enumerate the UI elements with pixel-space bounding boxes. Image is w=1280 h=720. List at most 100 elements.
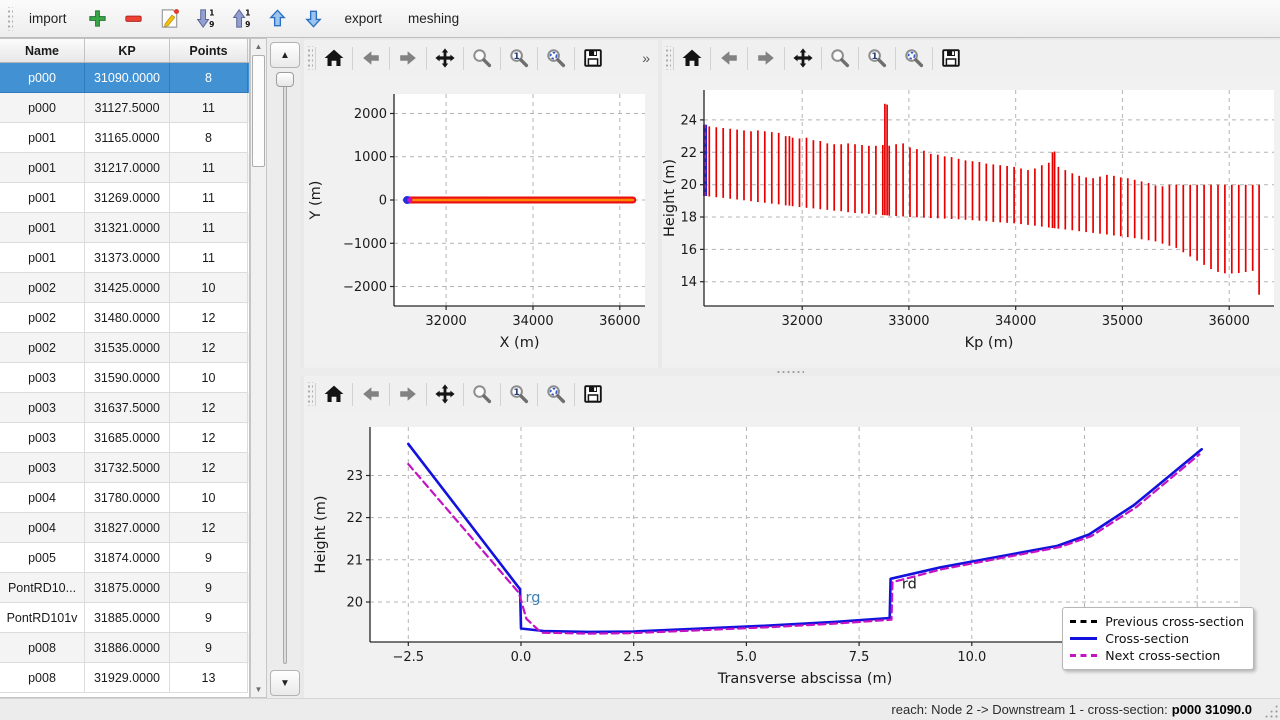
- cell-kp[interactable]: 31480.0000: [85, 303, 170, 333]
- cell-name[interactable]: p001: [0, 213, 85, 243]
- table-row[interactable]: p00131269.000011: [0, 183, 249, 213]
- table-row[interactable]: p00331732.500012: [0, 453, 249, 483]
- cell-points[interactable]: 11: [170, 183, 248, 213]
- zoom-fit-button[interactable]: [898, 43, 930, 73]
- move-up-button[interactable]: [263, 4, 293, 34]
- cell-name[interactable]: p003: [0, 393, 85, 423]
- zoom-one-button[interactable]: 1: [503, 379, 535, 409]
- cell-points[interactable]: 11: [170, 153, 248, 183]
- cell-points[interactable]: 11: [170, 243, 248, 273]
- table-row[interactable]: p00331637.500012: [0, 393, 249, 423]
- cell-kp[interactable]: 31217.0000: [85, 153, 170, 183]
- cell-points[interactable]: 10: [170, 483, 248, 513]
- add-cross-section-button[interactable]: [83, 4, 113, 34]
- table-row[interactable]: p00031127.500011: [0, 93, 249, 123]
- cell-points[interactable]: 11: [170, 213, 248, 243]
- table-row[interactable]: p00031090.00008: [0, 63, 249, 93]
- cell-kp[interactable]: 31780.0000: [85, 483, 170, 513]
- cell-name[interactable]: p002: [0, 273, 85, 303]
- toolbar-overflow-chevron[interactable]: »: [642, 50, 656, 66]
- cell-kp[interactable]: 31827.0000: [85, 513, 170, 543]
- cell-name[interactable]: p003: [0, 423, 85, 453]
- zoom-one-button[interactable]: 1: [503, 43, 535, 73]
- table-row[interactable]: p00131321.000011: [0, 213, 249, 243]
- import-button[interactable]: import: [19, 7, 77, 30]
- table-row[interactable]: p00431780.000010: [0, 483, 249, 513]
- sort-ascending-button[interactable]: 19: [227, 4, 257, 34]
- export-button[interactable]: export: [335, 7, 393, 30]
- table-row[interactable]: p00131217.000011: [0, 153, 249, 183]
- pan-button[interactable]: [429, 379, 461, 409]
- section-slider-track[interactable]: [283, 76, 287, 664]
- cell-kp[interactable]: 31127.5000: [85, 93, 170, 123]
- cell-kp[interactable]: 31885.0000: [85, 603, 170, 633]
- cell-kp[interactable]: 31685.0000: [85, 423, 170, 453]
- cell-name[interactable]: p001: [0, 183, 85, 213]
- toolbar-drag-handle[interactable]: [6, 7, 13, 31]
- cell-name[interactable]: p004: [0, 513, 85, 543]
- cell-points[interactable]: 8: [170, 63, 248, 93]
- back-button[interactable]: [713, 43, 745, 73]
- zoom-fit-button[interactable]: [540, 379, 572, 409]
- cell-name[interactable]: p005: [0, 543, 85, 573]
- table-row[interactable]: PontRD10...31875.00009: [0, 573, 249, 603]
- cell-points[interactable]: 10: [170, 273, 248, 303]
- forward-button[interactable]: [392, 43, 424, 73]
- cell-name[interactable]: p002: [0, 303, 85, 333]
- cell-name[interactable]: p003: [0, 453, 85, 483]
- cell-points[interactable]: 12: [170, 393, 248, 423]
- cell-name[interactable]: p000: [0, 63, 85, 93]
- table-row[interactable]: p00831886.00009: [0, 633, 249, 663]
- section-previous-button[interactable]: ▲: [270, 42, 300, 68]
- cell-points[interactable]: 13: [170, 663, 248, 693]
- cell-points[interactable]: 9: [170, 543, 248, 573]
- cell-points[interactable]: 12: [170, 333, 248, 363]
- table-row[interactable]: p00231480.000012: [0, 303, 249, 333]
- move-down-button[interactable]: [299, 4, 329, 34]
- cell-name[interactable]: PontRD101v: [0, 603, 85, 633]
- edit-cross-section-button[interactable]: [155, 4, 185, 34]
- cell-points[interactable]: 9: [170, 573, 248, 603]
- cell-name[interactable]: p008: [0, 633, 85, 663]
- save-button[interactable]: [935, 43, 967, 73]
- home-button[interactable]: [318, 43, 350, 73]
- sort-descending-button[interactable]: 19: [191, 4, 221, 34]
- cell-points[interactable]: 12: [170, 453, 248, 483]
- scroll-up-icon[interactable]: ▲: [251, 40, 266, 53]
- cell-kp[interactable]: 31929.0000: [85, 663, 170, 693]
- cell-name[interactable]: p002: [0, 333, 85, 363]
- cell-name[interactable]: PontRD10...: [0, 573, 85, 603]
- home-button[interactable]: [318, 379, 350, 409]
- cell-name[interactable]: p001: [0, 153, 85, 183]
- cell-name[interactable]: p004: [0, 483, 85, 513]
- cell-kp[interactable]: 31535.0000: [85, 333, 170, 363]
- cell-points[interactable]: 12: [170, 303, 248, 333]
- home-button[interactable]: [676, 43, 708, 73]
- cell-kp[interactable]: 31321.0000: [85, 213, 170, 243]
- table-row[interactable]: p00131165.00008: [0, 123, 249, 153]
- cell-kp[interactable]: 31886.0000: [85, 633, 170, 663]
- longitudinal-plot[interactable]: 3200033000340003500036000141618202224Kp …: [662, 76, 1280, 364]
- cell-name[interactable]: p000: [0, 93, 85, 123]
- section-next-button[interactable]: ▼: [270, 670, 300, 696]
- pan-button[interactable]: [787, 43, 819, 73]
- forward-button[interactable]: [392, 379, 424, 409]
- zoom-button[interactable]: [466, 379, 498, 409]
- cell-points[interactable]: 11: [170, 93, 248, 123]
- save-button[interactable]: [577, 43, 609, 73]
- cell-name[interactable]: p008: [0, 663, 85, 693]
- column-header-points[interactable]: Points: [170, 39, 248, 62]
- table-row[interactable]: p00331590.000010: [0, 363, 249, 393]
- scrollbar-thumb[interactable]: [252, 55, 265, 167]
- section-slider-handle[interactable]: [276, 72, 294, 87]
- meshing-button[interactable]: meshing: [398, 7, 469, 30]
- zoom-fit-button[interactable]: [540, 43, 572, 73]
- cell-kp[interactable]: 31590.0000: [85, 363, 170, 393]
- table-scrollbar[interactable]: ▲ ▼: [250, 38, 267, 698]
- forward-button[interactable]: [750, 43, 782, 73]
- cell-kp[interactable]: 31732.5000: [85, 453, 170, 483]
- cell-points[interactable]: 10: [170, 363, 248, 393]
- scroll-down-icon[interactable]: ▼: [251, 683, 266, 696]
- cell-kp[interactable]: 31425.0000: [85, 273, 170, 303]
- back-button[interactable]: [355, 43, 387, 73]
